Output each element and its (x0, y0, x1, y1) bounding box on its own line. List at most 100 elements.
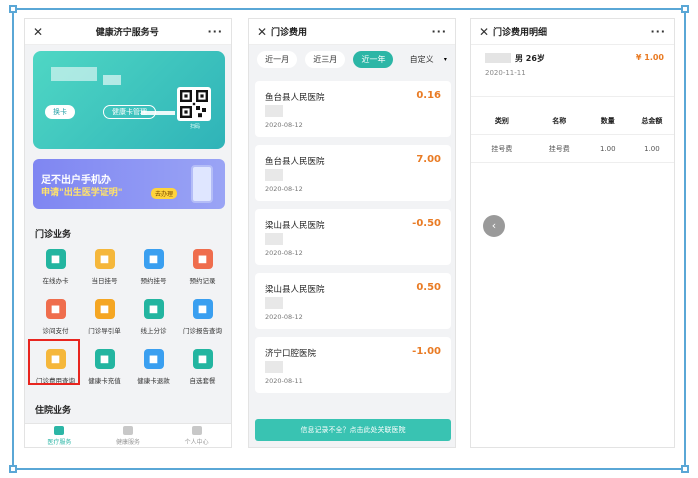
qr-code[interactable] (177, 87, 211, 121)
masked-info (265, 105, 283, 117)
column-header: 类别 (494, 117, 509, 125)
outpatient-item-label: 在线办卡 (42, 277, 69, 285)
frame-corner (681, 465, 689, 473)
title-bar: ✕ 健康济宁服务号 ··· (25, 19, 231, 45)
birth-certificate-banner[interactable]: 足不出户手机办 申请"出生医学证明" 去办理 (33, 159, 225, 209)
fee-amount: -0.50 (412, 218, 441, 229)
table-cell: 挂号费 (491, 145, 513, 153)
more-icon[interactable]: ··· (207, 25, 223, 38)
table-cell: 1.00 (644, 145, 660, 153)
outpatient-item[interactable]: ■ 自选套餐 (178, 349, 227, 385)
calendar-icon: ■ (94, 249, 115, 269)
outpatient-item[interactable]: ■ 门诊导引单 (80, 299, 129, 335)
table-cell: 1.00 (600, 145, 616, 153)
title-bar: ✕ 门诊费用明细 ··· (471, 19, 674, 45)
recharge-icon: ■ (94, 349, 115, 369)
fee-record[interactable]: 鱼台县人民医院 7.00 2020-08-12 (255, 145, 451, 201)
fee-amount: 7.00 (416, 154, 441, 165)
filter-chip[interactable]: 近一月 (257, 50, 298, 68)
outpatient-item-label: 门诊导引单 (88, 327, 121, 335)
back-arrow-icon[interactable]: ‹ (483, 215, 505, 237)
caret-down-icon: ▾ (443, 55, 447, 63)
nav-item[interactable]: 医疗服务 (25, 424, 94, 447)
nav-item-label: 医疗服务 (47, 438, 72, 446)
masked-info (265, 233, 283, 245)
outpatient-item-label: 预约记录 (189, 277, 216, 285)
close-icon[interactable]: ✕ (33, 25, 47, 39)
fee-record[interactable]: 济宁口腔医院 -1.00 2020-08-11 (255, 337, 451, 393)
fee-record[interactable]: 鱼台县人民医院 0.16 2020-08-12 (255, 81, 451, 137)
outpatient-item[interactable]: ■ 线上分诊 (129, 299, 178, 335)
bag-icon: ■ (192, 349, 213, 369)
more-icon[interactable]: ··· (431, 25, 447, 38)
close-icon[interactable]: ✕ (257, 25, 271, 39)
more-icon[interactable]: ··· (650, 25, 666, 38)
card-manage-button[interactable]: 健康卡管理 (103, 105, 156, 119)
service-home-panel: ✕ 健康济宁服务号 ··· 换卡 健康卡管理 扫码 足不出户手机办 申请"出生医… (24, 18, 232, 448)
outpatient-item[interactable]: ■ 当日挂号 (80, 249, 129, 285)
filter-chip[interactable]: 近一年 (353, 50, 394, 68)
nav-item[interactable]: 健康服务 (94, 424, 163, 447)
outpatient-item[interactable]: ■ 在线办卡 (31, 249, 80, 285)
hospital-name: 梁山县人民医院 (265, 221, 325, 231)
close-icon[interactable]: ✕ (479, 25, 493, 39)
outpatient-item[interactable]: ■ 健康卡退款 (129, 349, 178, 385)
hospital-name: 梁山县人民医院 (265, 285, 325, 295)
masked-name (51, 67, 97, 81)
patient-info: 男 26岁 (515, 54, 545, 63)
bottom-nav: 医疗服务 健康服务 个人中心 (25, 423, 231, 447)
outpatient-item[interactable]: ■ 预约挂号 (129, 249, 178, 285)
masked-info (265, 169, 283, 181)
column-header: 总金额 (641, 117, 663, 125)
qr-label: 扫码 (189, 124, 200, 130)
inpatient-section-title: 住院业务 (35, 406, 72, 416)
table-row: 挂号费 挂号费 1.00 1.00 (471, 135, 674, 163)
outpatient-item[interactable]: ■ 健康卡充值 (80, 349, 129, 385)
nav-item[interactable]: 个人中心 (162, 424, 231, 447)
pay-icon: ■ (45, 299, 66, 319)
phone-icon (191, 165, 213, 203)
patient-summary: 男 26岁 ¥ 1.00 2020-11-11 (471, 45, 674, 97)
hospital-name: 济宁口腔医院 (265, 349, 317, 359)
nav-item-label: 个人中心 (184, 438, 209, 446)
promo-line1: 足不出户手机办 (41, 175, 111, 186)
swap-card-button[interactable]: 换卡 (45, 105, 75, 119)
promo-go-button[interactable]: 去办理 (151, 188, 178, 199)
filter-chip[interactable]: 自定义 (402, 51, 442, 68)
masked-info (103, 75, 121, 85)
fee-record[interactable]: 梁山县人民医院 -0.50 2020-08-12 (255, 209, 451, 265)
filter-chip[interactable]: 近三月 (305, 50, 346, 68)
link-hospital-button[interactable]: 信息记录不全？点击此处关联医院 (255, 419, 451, 441)
total-price: ¥ 1.00 (635, 53, 664, 62)
card-add-icon: ■ (45, 249, 66, 269)
user-icon (191, 425, 202, 435)
record-date: 2020-08-12 (265, 185, 303, 193)
nav-item-label: 健康服务 (116, 438, 141, 446)
outpatient-item[interactable]: ■ 预约记录 (178, 249, 227, 285)
fee-record[interactable]: 梁山县人民医院 0.50 2020-08-12 (255, 273, 451, 329)
qr-code-icon (180, 90, 208, 118)
table-header: 类别 名称 数量 总金额 (471, 107, 674, 135)
page-title: 健康济宁服务号 (95, 28, 159, 38)
fee-detail-panel: ✕ 门诊费用明细 ··· 男 26岁 ¥ 1.00 2020-11-11 类别 名… (470, 18, 675, 448)
record-icon: ■ (192, 249, 213, 269)
outpatient-item-label: 当日挂号 (91, 277, 118, 285)
fee-amount: -1.00 (412, 346, 441, 357)
outpatient-item-label: 线上分诊 (140, 327, 167, 335)
record-date: 2020-08-11 (265, 377, 303, 385)
outpatient-item[interactable]: ■ 诊间支付 (31, 299, 80, 335)
fee-amount: 0.16 (416, 90, 441, 101)
date-filter-bar: 近一月 近三月 近一年 自定义 ▾ (249, 45, 455, 73)
outpatient-item-label: 诊间支付 (42, 327, 69, 335)
outpatient-item[interactable]: ■ 门诊报告查询 (178, 299, 227, 335)
outpatient-fee-panel: ✕ 门诊费用 ··· 近一月 近三月 近一年 自定义 ▾ 鱼台县人民医院 0.16 2020… (248, 18, 456, 448)
record-date: 2020-08-12 (265, 121, 303, 129)
outpatient-item-label: 健康卡充值 (88, 377, 121, 385)
fee-detail-table: 类别 名称 数量 总金额挂号费 挂号费 1.00 1.00 (471, 107, 674, 163)
refund-icon: ■ (143, 349, 164, 369)
record-date: 2020-08-12 (265, 249, 303, 257)
home-icon (54, 425, 65, 435)
table-cell: 挂号费 (548, 145, 570, 153)
outpatient-section-title: 门诊业务 (35, 230, 72, 240)
calendar-check-icon: ■ (143, 249, 164, 269)
